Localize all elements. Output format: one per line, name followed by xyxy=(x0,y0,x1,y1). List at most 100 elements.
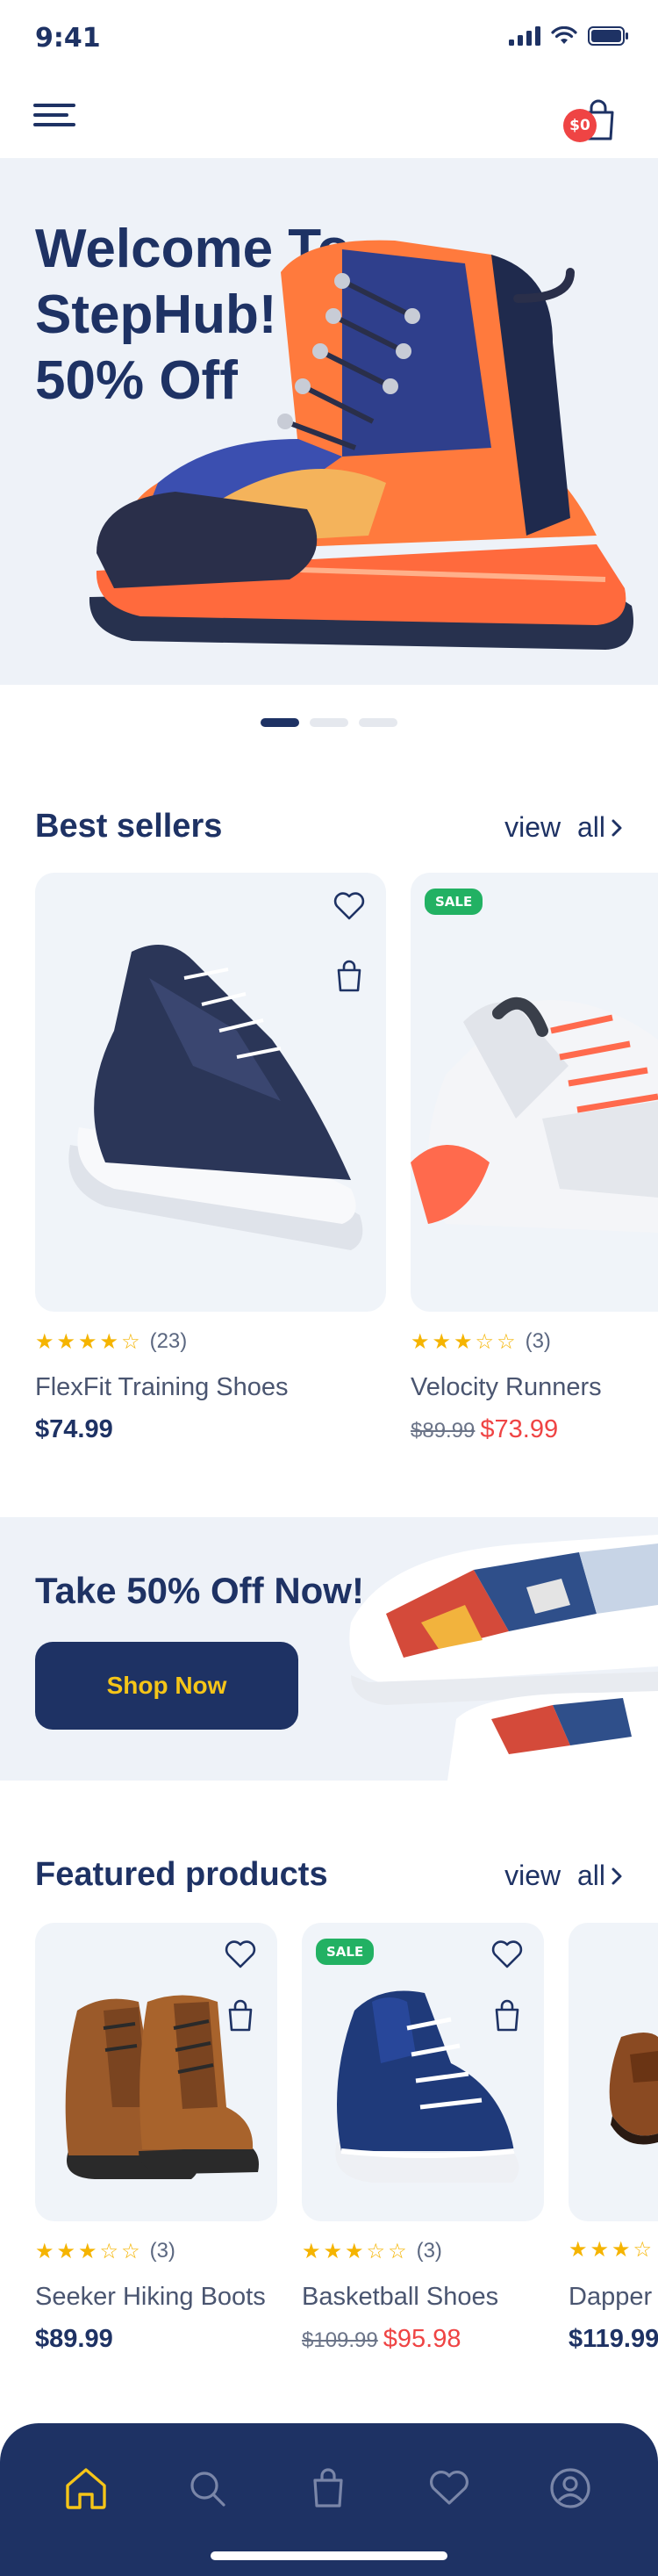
star-filled-icon: ★ xyxy=(35,1329,54,1354)
product-name[interactable]: Dapper xyxy=(569,2283,652,2312)
status-icons xyxy=(509,26,628,46)
star-outline-icon: ☆ xyxy=(388,2239,407,2263)
running-shoe-image xyxy=(411,997,658,1233)
favorite-button[interactable] xyxy=(221,1935,260,1974)
promo-banner: Take 50% Off Now! Shop Now xyxy=(0,1517,658,1781)
cart-count-badge: $0 xyxy=(563,109,597,142)
star-filled-icon: ★ xyxy=(590,2237,610,2262)
product-card-image[interactable]: SALE xyxy=(302,1923,544,2221)
tab-cart[interactable] xyxy=(302,2462,354,2515)
best-sellers-header: Best sellers view all xyxy=(35,808,623,852)
product-card-image[interactable] xyxy=(35,873,386,1312)
cart-button[interactable]: $0 xyxy=(561,95,618,151)
product-card-image[interactable] xyxy=(569,1923,658,2221)
star-filled-icon: ★ xyxy=(56,1329,76,1354)
cellular-signal-icon xyxy=(509,26,540,46)
star-outline-icon: ☆ xyxy=(475,1329,495,1354)
product-rating: ★ ★ ★ ☆ ☆ (3) xyxy=(302,2239,442,2263)
profile-icon xyxy=(550,2468,590,2508)
star-filled-icon: ★ xyxy=(454,1329,473,1354)
product-price: $89.99 $73.99 xyxy=(411,1415,558,1444)
star-outline-icon: ☆ xyxy=(497,1329,516,1354)
carousel-dot[interactable] xyxy=(310,718,348,727)
star-filled-icon: ★ xyxy=(569,2237,588,2262)
star-filled-icon: ★ xyxy=(411,1329,430,1354)
product-price: $109.99 $95.98 xyxy=(302,2325,461,2354)
carousel-dot[interactable] xyxy=(359,718,397,727)
promo-title: Take 50% Off Now! xyxy=(35,1570,364,1611)
hiking-boot-image xyxy=(89,240,633,650)
product-rating: ★ ★ ★ ☆ xyxy=(569,2239,652,2260)
best-sellers-view-all-link[interactable]: view all xyxy=(504,811,623,844)
star-filled-icon: ★ xyxy=(56,2239,76,2263)
tab-search[interactable] xyxy=(181,2462,233,2515)
original-price: $89.99 xyxy=(411,1419,476,1443)
view-all-label: view all xyxy=(504,811,605,843)
tab-profile[interactable] xyxy=(544,2462,597,2515)
featured-products-title: Featured products xyxy=(35,1856,328,1893)
product-price: $74.99 xyxy=(35,1415,113,1443)
home-indicator[interactable] xyxy=(211,2551,447,2560)
hero-banner[interactable]: Welcome To StepHub! 50% Off xyxy=(0,158,658,685)
star-filled-icon: ★ xyxy=(35,2239,54,2263)
rating-count: (3) xyxy=(525,1329,551,1353)
product-card-image[interactable]: SALE xyxy=(411,873,658,1312)
star-outline-icon: ☆ xyxy=(99,2239,119,2263)
hero-carousel-dots xyxy=(0,718,658,732)
basketball-shoe-image xyxy=(335,1990,519,2183)
product-rating: ★ ★ ★ ☆ ☆ (3) xyxy=(411,1329,551,1354)
wifi-icon xyxy=(551,26,577,44)
bottom-tab-bar xyxy=(0,2423,658,2576)
menu-icon-bar xyxy=(33,104,75,107)
star-filled-icon: ★ xyxy=(78,2239,97,2263)
product-rating: ★ ★ ★ ★ ☆ (23) xyxy=(35,1329,187,1354)
product-name[interactable]: Seeker Hiking Boots xyxy=(35,2283,266,2312)
star-filled-icon: ★ xyxy=(78,1329,97,1354)
featured-view-all-link[interactable]: view all xyxy=(504,1860,623,1892)
rating-count: (23) xyxy=(149,1329,188,1353)
chevron-right-icon xyxy=(612,819,622,836)
carousel-dot[interactable] xyxy=(261,718,299,727)
tab-home[interactable] xyxy=(60,2462,112,2515)
original-price: $109.99 xyxy=(302,2328,378,2352)
status-time: 9:41 xyxy=(35,23,101,54)
favorite-button[interactable] xyxy=(330,887,368,925)
dress-shoe-image xyxy=(609,2033,658,2145)
product-card-image[interactable] xyxy=(35,1923,277,2221)
status-bar: 9:41 xyxy=(0,0,658,77)
chevron-right-icon xyxy=(612,1867,622,1884)
product-name[interactable]: Velocity Runners xyxy=(411,1373,602,1402)
menu-icon-bar xyxy=(33,123,75,126)
star-filled-icon: ★ xyxy=(432,1329,452,1354)
shop-now-button[interactable]: Shop Now xyxy=(35,1642,298,1730)
star-outline-icon: ☆ xyxy=(121,1329,140,1354)
star-filled-icon: ★ xyxy=(99,1329,119,1354)
product-name[interactable]: Basketball Shoes xyxy=(302,2283,498,2312)
search-icon xyxy=(190,2472,225,2507)
star-outline-icon: ☆ xyxy=(121,2239,140,2263)
best-sellers-title: Best sellers xyxy=(35,808,223,845)
product-rating: ★ ★ ★ ☆ ☆ (3) xyxy=(35,2239,175,2263)
star-filled-icon: ★ xyxy=(345,2239,364,2263)
rating-count: (3) xyxy=(416,2239,442,2263)
sale-badge: SALE xyxy=(425,889,483,915)
product-price: $89.99 xyxy=(35,2325,113,2353)
training-shoe-image xyxy=(68,945,363,1250)
battery-icon xyxy=(588,26,628,46)
star-filled-icon: ★ xyxy=(323,2239,343,2263)
heart-icon xyxy=(225,1940,256,1968)
bag-icon xyxy=(313,2468,343,2508)
product-name[interactable]: FlexFit Training Shoes xyxy=(35,1373,289,1402)
favorite-button[interactable] xyxy=(488,1935,526,1974)
rating-count: (3) xyxy=(149,2239,175,2263)
star-outline-icon: ☆ xyxy=(633,2237,653,2262)
sale-badge: SALE xyxy=(316,1939,375,1965)
menu-button[interactable] xyxy=(33,100,79,130)
star-filled-icon: ★ xyxy=(302,2239,321,2263)
patterned-sneaker-image xyxy=(349,1535,658,1781)
menu-icon-bar xyxy=(33,113,68,117)
star-filled-icon: ★ xyxy=(612,2237,631,2262)
tab-favorites[interactable] xyxy=(423,2462,476,2515)
heart-icon xyxy=(333,892,365,920)
view-all-label: view all xyxy=(504,1860,605,1891)
